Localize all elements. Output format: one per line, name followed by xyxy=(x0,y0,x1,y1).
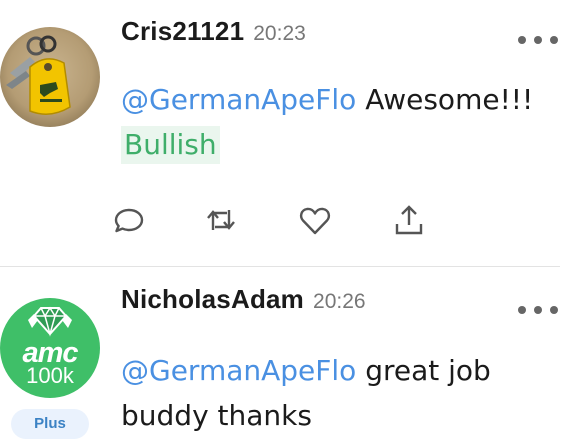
message-body: @GermanApeFlo great job buddy thanks xyxy=(121,348,561,438)
sentiment-badge-bullish: Bullish xyxy=(121,126,220,164)
username[interactable]: NicholasAdam xyxy=(121,284,304,314)
more-options-icon[interactable] xyxy=(518,306,558,314)
avatar-sub-text: 100k xyxy=(26,363,74,388)
action-bar xyxy=(111,202,441,238)
keychain-avatar-image xyxy=(0,27,100,127)
reshare-button[interactable] xyxy=(203,202,239,238)
diamond-hands-icon xyxy=(28,306,72,337)
dot-icon xyxy=(534,36,542,44)
dot-icon xyxy=(518,36,526,44)
share-button[interactable] xyxy=(391,202,427,238)
dot-icon xyxy=(550,306,558,314)
like-button[interactable] xyxy=(297,202,333,238)
dot-icon xyxy=(534,306,542,314)
heart-icon xyxy=(299,207,331,235)
message-text: Awesome!!! xyxy=(356,83,534,116)
more-options-icon[interactable] xyxy=(518,36,558,44)
avatar[interactable] xyxy=(0,27,100,127)
post-header: NicholasAdam 20:26 xyxy=(121,284,366,315)
plus-badge[interactable]: Plus xyxy=(11,409,89,439)
post-header: Cris21121 20:23 xyxy=(121,16,306,47)
message-body: @GermanApeFlo Awesome!!! Bullish xyxy=(121,77,561,167)
reply-button[interactable] xyxy=(111,202,147,238)
user-mention-link[interactable]: @GermanApeFlo xyxy=(121,83,356,116)
comment-icon xyxy=(114,208,144,233)
message-post: amc 100k Plus NicholasAdam 20:26 @GermanA… xyxy=(0,268,572,446)
username[interactable]: Cris21121 xyxy=(121,16,244,46)
dot-icon xyxy=(518,306,526,314)
avatar[interactable]: amc 100k xyxy=(0,298,100,398)
dot-icon xyxy=(550,36,558,44)
reshare-icon xyxy=(207,210,235,230)
share-icon xyxy=(395,205,423,235)
timestamp[interactable]: 20:23 xyxy=(253,22,306,45)
post-divider xyxy=(0,266,560,267)
message-post: Cris21121 20:23 @GermanApeFlo Awesome!!! … xyxy=(0,0,572,265)
timestamp[interactable]: 20:26 xyxy=(313,290,366,313)
message-feed: Cris21121 20:23 @GermanApeFlo Awesome!!! … xyxy=(0,0,572,446)
user-mention-link[interactable]: @GermanApeFlo xyxy=(121,354,356,387)
